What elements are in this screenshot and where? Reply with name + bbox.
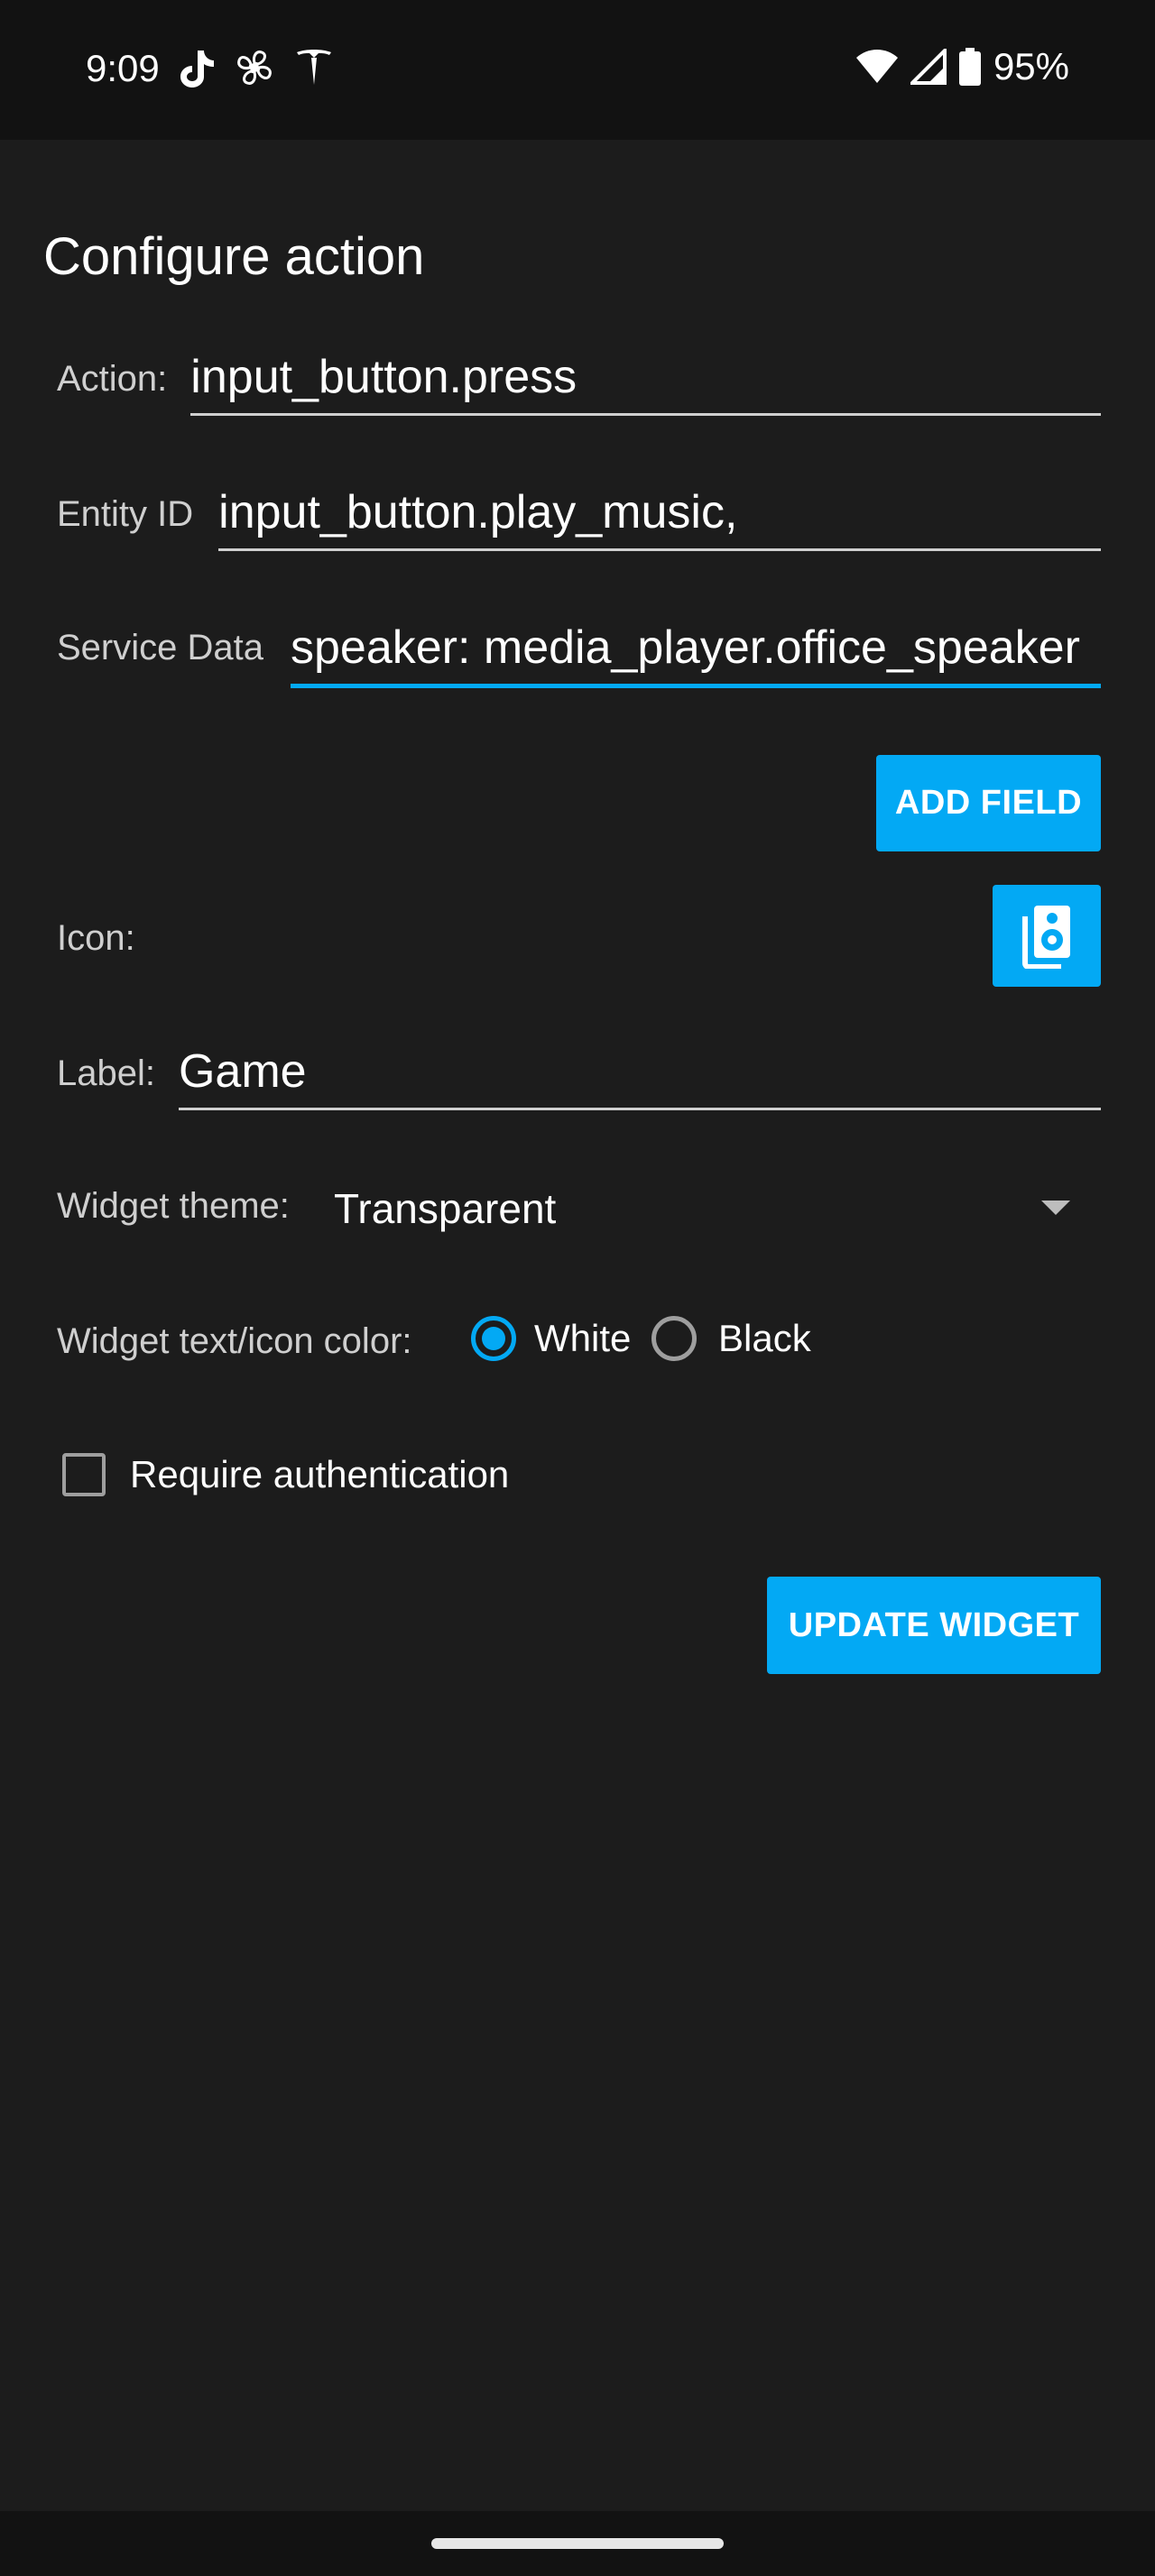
service-data-input[interactable]: speaker: media_player.office_speaker — [290, 621, 1101, 688]
color-option-white[interactable]: White — [471, 1316, 631, 1361]
service-data-value: speaker: media_player.office_speaker — [290, 621, 1080, 674]
require-auth-checkbox[interactable] — [62, 1453, 106, 1496]
label-input[interactable]: Game — [178, 1044, 1101, 1110]
battery-percent: 95% — [993, 45, 1069, 87]
widget-theme-value: Transparent — [334, 1185, 557, 1232]
label-row: Label: Game — [57, 1044, 1101, 1110]
label-label: Label: — [57, 1053, 155, 1093]
require-auth-label: Require authentication — [130, 1453, 510, 1495]
widget-theme-label: Widget theme: — [57, 1186, 290, 1226]
battery-icon — [958, 48, 981, 86]
entity-row: Entity ID input_button.play_music, — [57, 485, 1101, 551]
status-icons-right: 95% — [855, 45, 1069, 88]
signal-icon — [910, 49, 947, 85]
status-time: 9:09 — [86, 47, 160, 89]
speaker-icon — [1022, 905, 1070, 969]
action-input[interactable]: input_button.press — [190, 350, 1101, 416]
tiktok-icon — [180, 51, 214, 87]
icon-label: Icon: — [57, 918, 135, 958]
action-label: Action: — [57, 359, 168, 399]
update-widget-button[interactable]: UPDATE WIDGET — [767, 1577, 1101, 1674]
icon-picker-button[interactable] — [993, 885, 1101, 987]
radio-black-label: Black — [718, 1317, 811, 1359]
page-title: Configure action — [43, 226, 425, 286]
action-row: Action: input_button.press — [57, 350, 1101, 416]
entity-label: Entity ID — [57, 494, 194, 534]
radio-white-label: White — [534, 1317, 632, 1359]
status-icons-left — [176, 47, 335, 90]
text-color-label: Widget text/icon color: — [57, 1321, 412, 1361]
service-data-label: Service Data — [57, 628, 263, 667]
status-bar: 9:09 95% — [0, 0, 1155, 140]
radio-white[interactable] — [471, 1316, 516, 1361]
tesla-icon — [297, 50, 331, 85]
home-gesture-handle[interactable] — [431, 2538, 724, 2549]
add-field-button[interactable]: ADD FIELD — [876, 755, 1101, 851]
wifi-icon — [855, 50, 898, 83]
color-option-black[interactable]: Black — [651, 1316, 811, 1361]
service-data-row: Service Data speaker: media_player.offic… — [57, 621, 1101, 688]
widget-theme-select[interactable]: Transparent — [334, 1177, 1070, 1240]
chevron-down-icon — [1041, 1201, 1070, 1215]
radio-black[interactable] — [651, 1316, 697, 1361]
fan-icon — [237, 51, 272, 85]
require-auth-row[interactable]: Require authentication — [62, 1453, 509, 1496]
navigation-bar — [0, 2511, 1155, 2576]
entity-id-input[interactable]: input_button.play_music, — [218, 485, 1101, 551]
